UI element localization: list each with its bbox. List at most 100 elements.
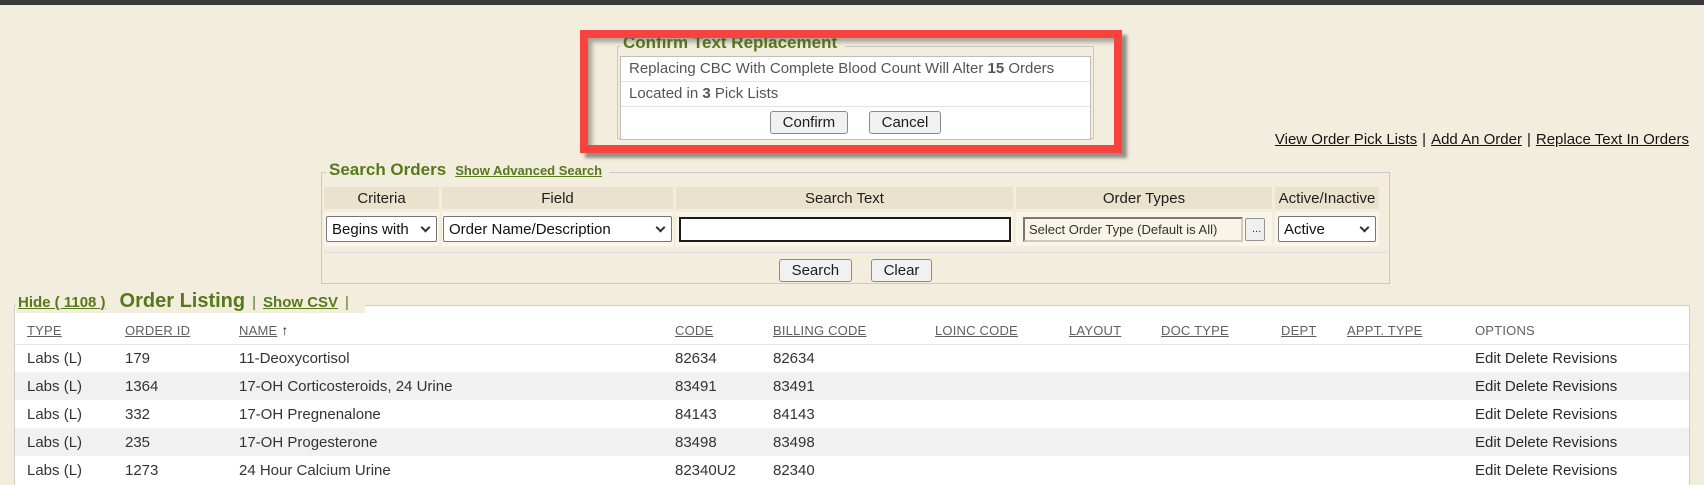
revisions-link[interactable]: Revisions xyxy=(1552,434,1617,451)
column-header-label: CODE xyxy=(675,323,713,338)
top-link-add-an-order[interactable]: Add An Order xyxy=(1431,131,1522,148)
chevron-down-icon xyxy=(656,222,666,232)
confirm-button[interactable]: Confirm xyxy=(770,111,849,134)
edit-link[interactable]: Edit xyxy=(1475,434,1501,451)
active-inactive-cell: Active xyxy=(1275,212,1379,246)
column-header-layout[interactable]: LAYOUT xyxy=(1057,319,1149,344)
table-cell: Labs (L) xyxy=(15,456,113,484)
table-cell xyxy=(1149,428,1269,456)
field-selected-value: Order Name/Description xyxy=(449,221,611,238)
message-text: Replacing CBC With Complete Blood Count … xyxy=(629,60,987,77)
browser-edge-strip xyxy=(0,0,1704,5)
hide-count-link[interactable]: Hide ( 1108 ) xyxy=(18,294,106,311)
table-cell xyxy=(1057,344,1149,372)
edit-link[interactable]: Edit xyxy=(1475,462,1501,479)
column-header-name[interactable]: NAME ↑ xyxy=(227,319,663,344)
delete-link[interactable]: Delete xyxy=(1505,462,1548,479)
column-header-dept[interactable]: DEPT xyxy=(1269,319,1335,344)
table-cell xyxy=(1335,372,1463,400)
clear-button[interactable]: Clear xyxy=(871,259,933,282)
table-cell xyxy=(1269,456,1335,484)
column-header-label: LAYOUT xyxy=(1069,323,1121,338)
order-type-browse-button[interactable]: ... xyxy=(1245,218,1265,241)
active-inactive-select[interactable]: Active xyxy=(1278,216,1376,242)
table-cell: Labs (L) xyxy=(15,372,113,400)
dialog-message-line1: Replacing CBC With Complete Blood Count … xyxy=(621,57,1090,82)
cancel-button[interactable]: Cancel xyxy=(869,111,942,134)
edit-link[interactable]: Edit xyxy=(1475,378,1501,395)
table-cell xyxy=(923,372,1057,400)
row-options-cell: EditDeleteRevisions xyxy=(1463,400,1689,428)
column-header-billing-code[interactable]: BILLING CODE xyxy=(761,319,923,344)
show-advanced-search-link[interactable]: Show Advanced Search xyxy=(455,163,602,178)
column-header-order-id[interactable]: ORDER ID xyxy=(113,319,227,344)
show-csv-link[interactable]: Show CSV xyxy=(263,294,338,311)
table-cell xyxy=(1335,344,1463,372)
table-cell: 82340 xyxy=(761,456,923,484)
column-header-label: TYPE xyxy=(27,323,62,338)
top-link-view-order-pick-lists[interactable]: View Order Pick Lists xyxy=(1275,131,1417,148)
column-header-label: BILLING CODE xyxy=(773,323,866,338)
column-header-appt-type[interactable]: APPT. TYPE xyxy=(1335,319,1463,344)
table-cell xyxy=(1335,428,1463,456)
column-header-type[interactable]: TYPE xyxy=(15,319,113,344)
table-cell: 235 xyxy=(113,428,227,456)
field-cell: Order Name/Description xyxy=(442,212,673,246)
table-cell: 82634 xyxy=(761,344,923,372)
search-button[interactable]: Search xyxy=(779,259,853,282)
search-controls-row: Begins with Order Name/Description Selec… xyxy=(324,212,1387,246)
table-cell: 83491 xyxy=(761,372,923,400)
table-row: Labs (L)23517-OH Progesterone8349883498E… xyxy=(15,428,1689,456)
criteria-select[interactable]: Begins with xyxy=(326,216,437,242)
top-link-replace-text-in-orders[interactable]: Replace Text In Orders xyxy=(1536,131,1689,148)
delete-link[interactable]: Delete xyxy=(1505,378,1548,395)
dialog-message-line2: Located in 3 Pick Lists xyxy=(621,82,1090,107)
pick-list-count: 3 xyxy=(702,85,710,102)
table-cell: Labs (L) xyxy=(15,344,113,372)
table-cell: 83491 xyxy=(663,372,761,400)
table-cell: 17-OH Progesterone xyxy=(227,428,663,456)
column-header-loinc-code[interactable]: LOINC CODE xyxy=(923,319,1057,344)
table-cell xyxy=(1335,456,1463,484)
order-listing-legend: Hide ( 1108 ) Order Listing | Show CSV | xyxy=(16,290,365,313)
legend-separator: | xyxy=(252,294,256,311)
message-text: Orders xyxy=(1004,60,1054,77)
edit-link[interactable]: Edit xyxy=(1475,406,1501,423)
table-cell: Labs (L) xyxy=(15,400,113,428)
table-cell: 84143 xyxy=(663,400,761,428)
table-cell xyxy=(1057,372,1149,400)
column-header-doc-type[interactable]: DOC TYPE xyxy=(1149,319,1269,344)
field-select[interactable]: Order Name/Description xyxy=(443,216,672,242)
page-action-links: View Order Pick Lists|Add An Order|Repla… xyxy=(1275,131,1689,148)
table-cell xyxy=(923,344,1057,372)
order-table-header-row: TYPE ORDER ID NAME ↑ CODE BILLING CODE LOINC C… xyxy=(15,319,1689,344)
column-header-label: DEPT xyxy=(1281,323,1316,338)
delete-link[interactable]: Delete xyxy=(1505,434,1548,451)
table-cell: 1273 xyxy=(113,456,227,484)
table-cell: 82340U2 xyxy=(663,456,761,484)
revisions-link[interactable]: Revisions xyxy=(1552,462,1617,479)
table-cell: 11-Deoxycortisol xyxy=(227,344,663,372)
edit-link[interactable]: Edit xyxy=(1475,350,1501,367)
revisions-link[interactable]: Revisions xyxy=(1552,378,1617,395)
delete-link[interactable]: Delete xyxy=(1505,406,1548,423)
delete-link[interactable]: Delete xyxy=(1505,350,1548,367)
table-cell: 332 xyxy=(113,400,227,428)
table-cell: 17-OH Pregnenalone xyxy=(227,400,663,428)
revisions-link[interactable]: Revisions xyxy=(1552,350,1617,367)
table-row: Labs (L)127324 Hour Calcium Urine82340U2… xyxy=(15,456,1689,484)
column-header-label: ORDER ID xyxy=(125,323,190,338)
search-text-input[interactable] xyxy=(679,217,1011,242)
message-text: Pick Lists xyxy=(711,85,779,102)
column-header-label: NAME xyxy=(239,323,277,338)
table-cell: 24 Hour Calcium Urine xyxy=(227,456,663,484)
table-cell xyxy=(1335,400,1463,428)
revisions-link[interactable]: Revisions xyxy=(1552,406,1617,423)
table-cell xyxy=(923,428,1057,456)
order-type-value: Select Order Type (Default is All) xyxy=(1023,217,1243,242)
column-header-code[interactable]: CODE xyxy=(663,319,761,344)
sort-ascending-icon: ↑ xyxy=(281,322,288,338)
table-cell xyxy=(923,456,1057,484)
table-cell: 83498 xyxy=(761,428,923,456)
table-cell xyxy=(1149,372,1269,400)
